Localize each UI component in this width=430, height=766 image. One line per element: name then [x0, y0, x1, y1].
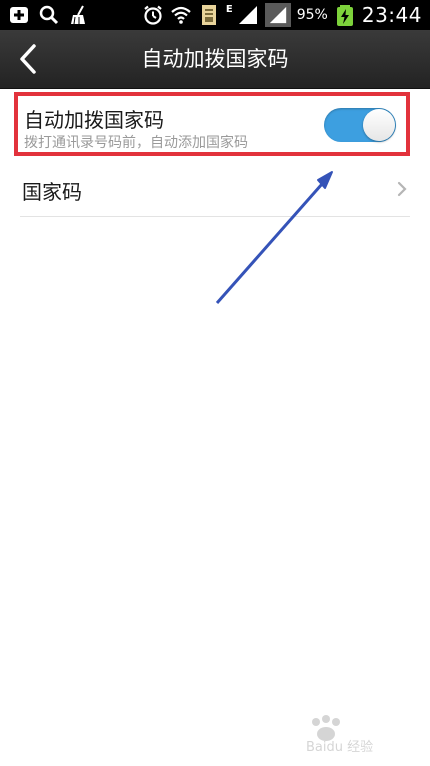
- title-bar: 自动加拨国家码: [0, 30, 430, 89]
- alarm-icon: [142, 4, 164, 26]
- auto-country-code-title: 自动加拨国家码: [24, 108, 164, 132]
- battery-charging-icon: [334, 4, 356, 26]
- status-bar-right: E 95% 23:44: [142, 0, 422, 30]
- baidu-watermark-logo: Baidu 经验: [302, 714, 412, 754]
- signal-icon: [237, 4, 259, 26]
- broom-icon: [68, 4, 90, 26]
- auto-country-code-subtitle: 拨打通讯录号码前，自动添加国家码: [24, 135, 248, 151]
- signal-icon: [264, 3, 291, 27]
- network-type-label: E: [225, 4, 233, 15]
- document-icon: [198, 4, 220, 26]
- page-title: 自动加拨国家码: [141, 47, 289, 71]
- chevron-right-icon: [396, 180, 408, 198]
- wifi-icon: [170, 4, 192, 26]
- country-code-label: 国家码: [22, 180, 82, 204]
- toggle-knob: [363, 109, 395, 141]
- status-bar-left: [8, 0, 90, 30]
- svg-text:Baidu 经验: Baidu 经验: [306, 739, 373, 754]
- battery-percent: 95%: [296, 7, 328, 23]
- status-bar: E 95% 23:44: [0, 0, 430, 30]
- country-code-setting[interactable]: 国家码: [20, 162, 410, 217]
- search-icon: [38, 4, 60, 26]
- auto-country-code-setting[interactable]: 自动加拨国家码 拨打通讯录号码前，自动添加国家码: [14, 92, 410, 156]
- clock: 23:44: [361, 3, 422, 27]
- add-box-icon: [8, 4, 30, 26]
- auto-country-code-toggle[interactable]: [324, 108, 396, 142]
